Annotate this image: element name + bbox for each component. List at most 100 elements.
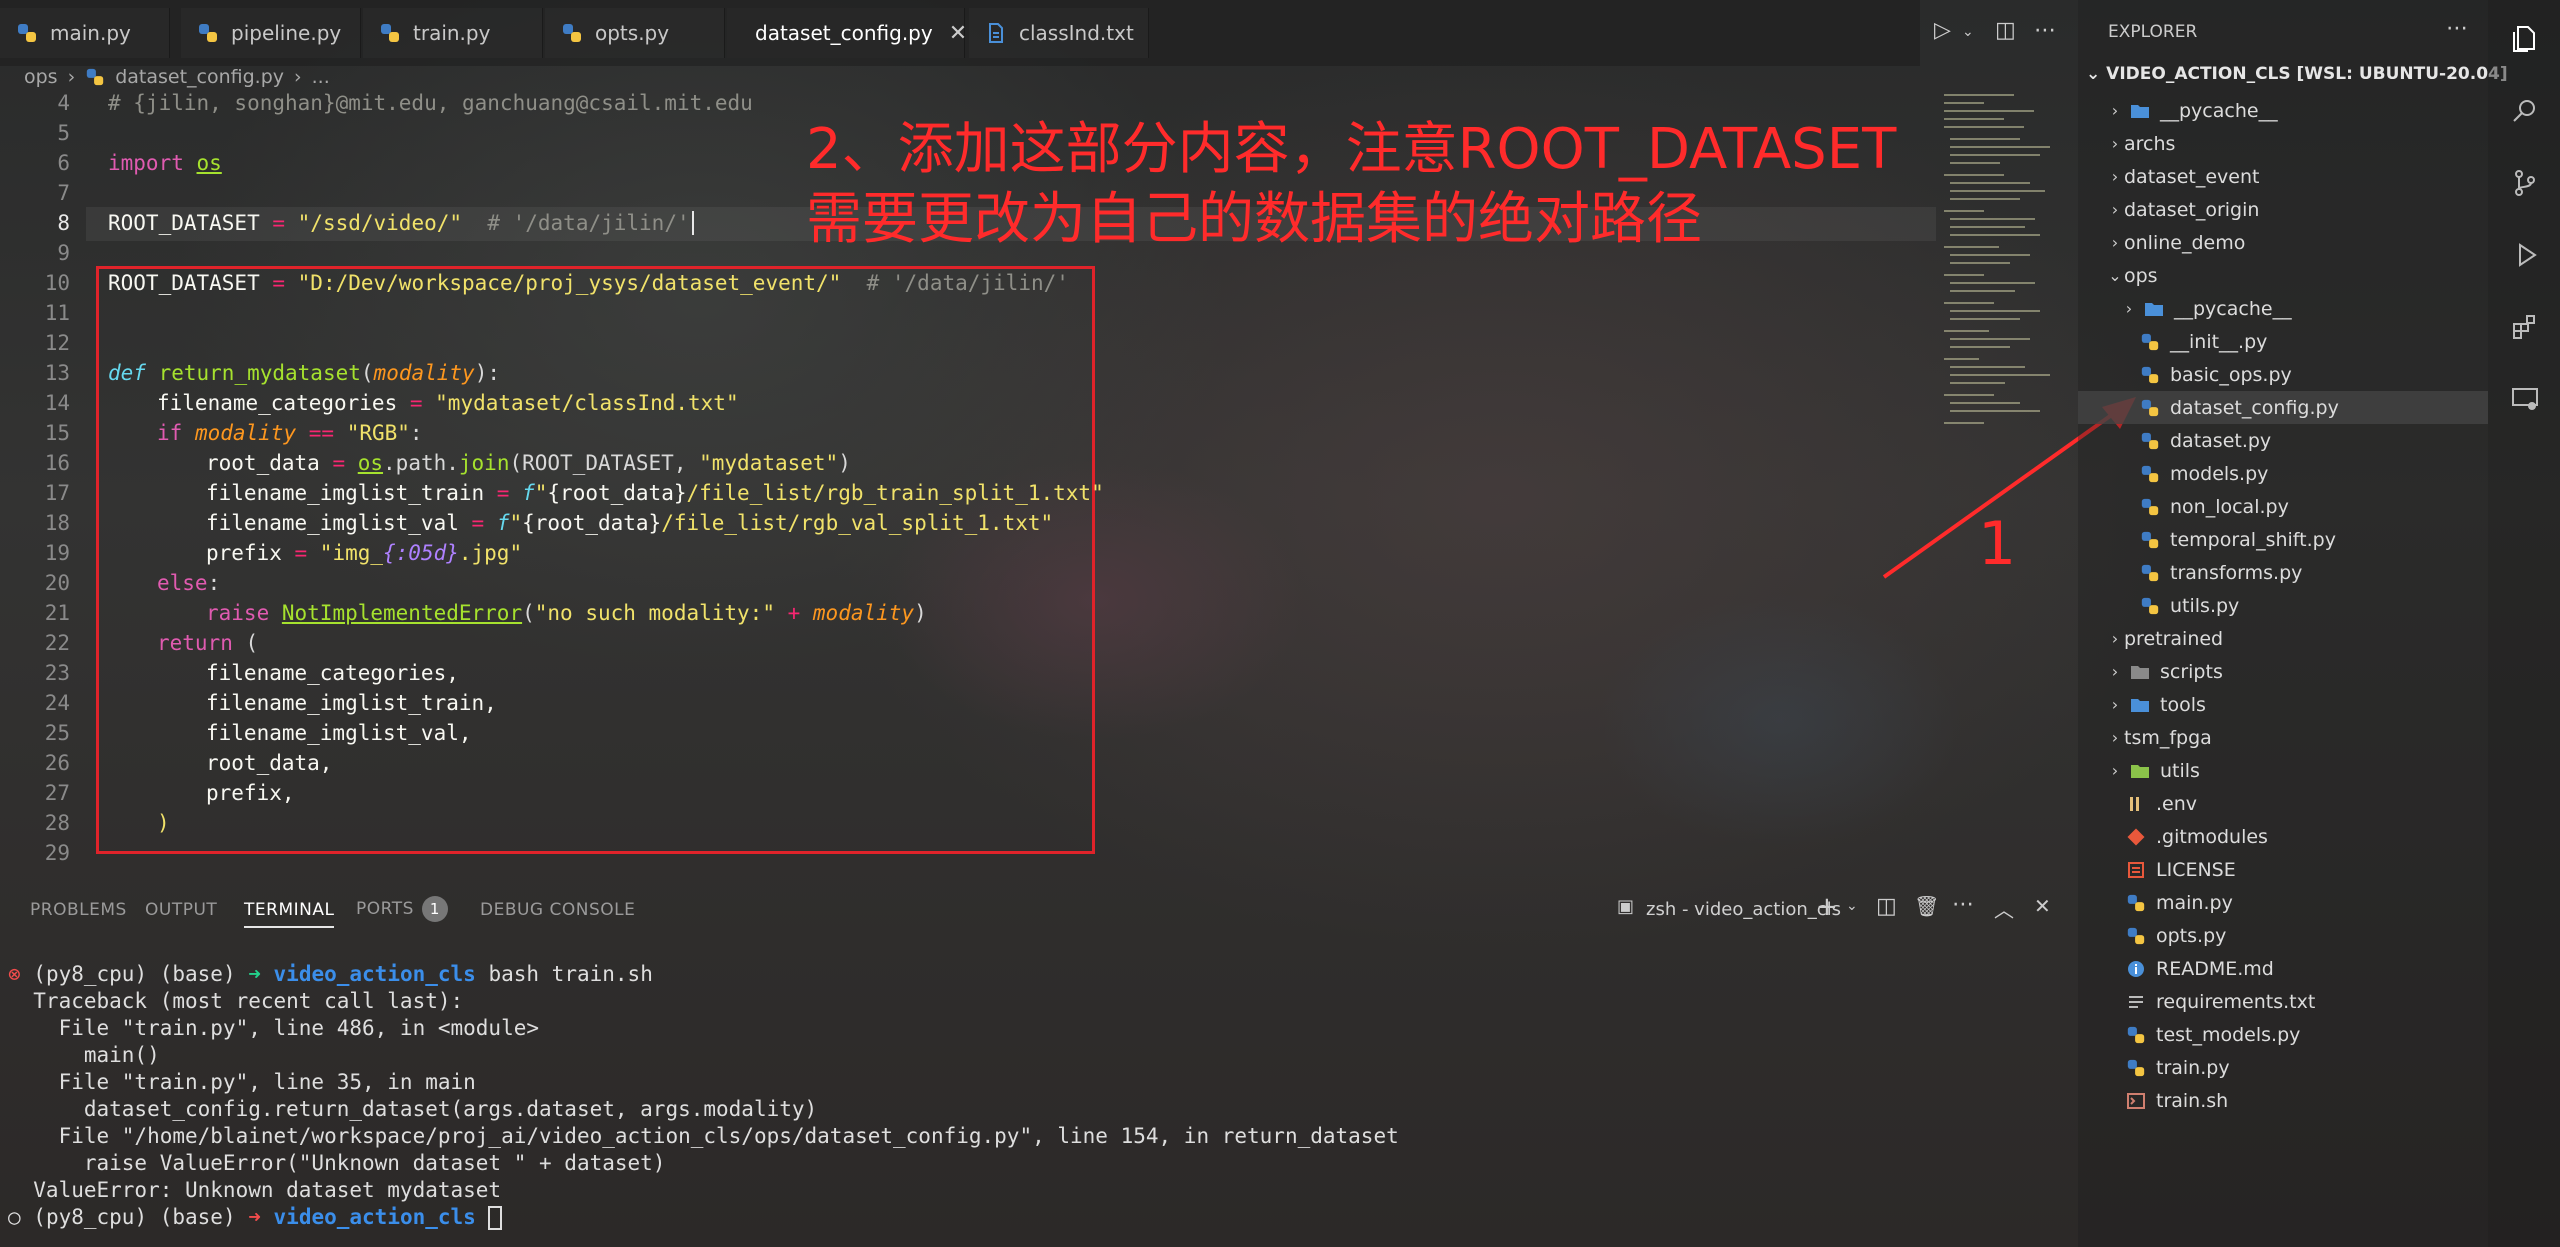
explorer-files-icon[interactable]	[2510, 24, 2540, 54]
line-number: 29	[44, 841, 70, 865]
tree-item-file[interactable]: requirements.txt	[2078, 985, 2488, 1018]
chevron-right-icon: ›	[2111, 101, 2119, 120]
terminal-instance-name[interactable]: zsh - video_action_cls	[1646, 899, 1841, 920]
line-number: 24	[44, 691, 70, 715]
editor-tab-bar: main.py pipeline.py train.py opts.py dat…	[0, 0, 2056, 66]
explorer-root[interactable]: ⌄ VIDEO_ACTION_CLS [WSL: UBUNTU-20.04]	[2086, 64, 2508, 84]
chevron-right-icon: ›	[2125, 299, 2133, 318]
tree-item-file[interactable]: non_local.py	[2078, 490, 2488, 523]
tree-item-folder-open[interactable]: ⌄ ops	[2078, 259, 2488, 292]
tree-item-file[interactable]: opts.py	[2078, 919, 2488, 952]
code-line: ROOT_DATASET = "D:/Dev/workspace/proj_ys…	[108, 271, 1069, 295]
run-icon[interactable]: ▷	[1934, 18, 1951, 43]
tree-item-file[interactable]: transforms.py	[2078, 556, 2488, 589]
close-icon[interactable]: ✕	[949, 21, 967, 46]
tree-item-file[interactable]: basic_ops.py	[2078, 358, 2488, 391]
code-line: root_data,	[206, 751, 333, 775]
tree-item-file[interactable]: train.sh	[2078, 1084, 2488, 1117]
tab-dataset-config-py[interactable]: dataset_config.py ✕	[727, 8, 967, 58]
terminal-shell-icon: ▣	[1617, 896, 1635, 917]
code-line: filename_imglist_train = f"{root_data}/f…	[206, 481, 1104, 505]
tree-item-file[interactable]: README.md	[2078, 952, 2488, 985]
license-icon	[2128, 861, 2144, 878]
tree-item-file-selected[interactable]: dataset_config.py	[2078, 391, 2488, 424]
tab-classind-txt[interactable]: classInd.txt	[969, 8, 1149, 58]
tree-item-folder[interactable]: › __pycache__	[2078, 292, 2488, 325]
python-icon	[2141, 564, 2159, 581]
tree-item-file[interactable]: models.py	[2078, 457, 2488, 490]
run-debug-icon[interactable]	[2510, 240, 2540, 270]
python-icon	[563, 24, 581, 42]
tab-ports[interactable]: PORTS 1	[356, 896, 448, 922]
more-actions-icon[interactable]: ⋯	[2446, 16, 2468, 41]
tree-item-file[interactable]: utils.py	[2078, 589, 2488, 622]
chevron-down-icon: ⌄	[2086, 64, 2107, 84]
extensions-icon[interactable]	[2510, 312, 2540, 342]
tab-train-py[interactable]: train.py	[363, 8, 543, 58]
tree-item-file[interactable]: dataset.py	[2078, 424, 2488, 457]
trash-icon[interactable]: 🗑	[1914, 894, 1939, 918]
breadcrumb-file[interactable]: dataset_config.py	[115, 66, 284, 88]
remote-explorer-icon[interactable]	[2510, 384, 2540, 414]
search-icon[interactable]	[2510, 96, 2540, 126]
tab-main-py[interactable]: main.py	[0, 8, 170, 58]
tree-item-file[interactable]: main.py	[2078, 886, 2488, 919]
line-number: 11	[44, 301, 70, 325]
panel-tab-bar: PROBLEMS OUTPUT TERMINAL PORTS 1 DEBUG CO…	[0, 890, 2070, 930]
breadcrumb-folder[interactable]: ops	[24, 66, 58, 88]
close-panel-icon[interactable]: ✕	[2034, 894, 2051, 918]
tab-pipeline-py[interactable]: pipeline.py	[181, 8, 361, 58]
line-number: 6	[57, 151, 70, 175]
tree-item-folder[interactable]: › utils	[2078, 754, 2488, 787]
tree-item-file[interactable]: .env	[2078, 787, 2488, 820]
split-terminal-icon[interactable]: ◫	[1876, 894, 1897, 919]
tree-item-folder[interactable]: › __pycache__	[2078, 94, 2488, 127]
tree-item-folder[interactable]: › tsm_fpga	[2078, 721, 2488, 754]
tree-item-file[interactable]: train.py	[2078, 1051, 2488, 1084]
folder-icon	[2145, 302, 2163, 316]
line-number: 13	[44, 361, 70, 385]
chevron-down-icon[interactable]: ⌄	[1846, 898, 1858, 914]
chevron-up-icon[interactable]: ︿	[1994, 894, 2014, 923]
code-line: root_data = os.path.join(ROOT_DATASET, "…	[206, 451, 851, 475]
tab-terminal[interactable]: TERMINAL	[244, 900, 335, 928]
terminal-cursor	[488, 1206, 503, 1230]
tab-output[interactable]: OUTPUT	[145, 900, 217, 920]
ports-count-badge: 1	[421, 896, 448, 922]
tree-item-file[interactable]: temporal_shift.py	[2078, 523, 2488, 556]
terminal-output-line: main()	[8, 1043, 160, 1067]
line-number: 7	[57, 181, 70, 205]
terminal-output-line: dataset_config.return_dataset(args.datas…	[8, 1097, 818, 1121]
line-number: 12	[44, 331, 70, 355]
code-line: def return_mydataset(modality):	[108, 361, 500, 385]
breadcrumb-more[interactable]: ...	[312, 66, 330, 88]
tree-item-folder[interactable]: › tools	[2078, 688, 2488, 721]
line-number: 22	[44, 631, 70, 655]
code-line: filename_imglist_val,	[206, 721, 472, 745]
tree-item-folder[interactable]: › dataset_origin	[2078, 193, 2488, 226]
tree-item-folder[interactable]: › archs	[2078, 127, 2488, 160]
terminal-output-line: File "train.py", line 486, in <module>	[8, 1016, 540, 1040]
source-control-icon[interactable]	[2510, 168, 2540, 198]
new-terminal-icon[interactable]: +	[1816, 892, 1838, 922]
line-number: 14	[44, 391, 70, 415]
tree-item-file[interactable]: LICENSE	[2078, 853, 2488, 886]
code-line: else:	[157, 571, 221, 595]
python-icon	[2127, 894, 2145, 911]
tree-item-folder[interactable]: › pretrained	[2078, 622, 2488, 655]
line-number: 18	[44, 511, 70, 535]
tree-item-file[interactable]: .gitmodules	[2078, 820, 2488, 853]
minimap[interactable]	[1940, 90, 2060, 450]
tree-item-folder[interactable]: › dataset_event	[2078, 160, 2488, 193]
tree-item-folder[interactable]: › scripts	[2078, 655, 2488, 688]
tab-debug-console[interactable]: DEBUG CONSOLE	[480, 900, 635, 920]
more-actions-icon[interactable]: ⋯	[2034, 18, 2056, 43]
tree-item-file[interactable]: test_models.py	[2078, 1018, 2488, 1051]
more-actions-icon[interactable]: ⋯	[1952, 892, 1974, 917]
split-editor-icon[interactable]: ◫	[1995, 18, 2016, 43]
tree-item-folder[interactable]: › online_demo	[2078, 226, 2488, 259]
tab-problems[interactable]: PROBLEMS	[30, 900, 127, 920]
chevron-down-icon[interactable]: ⌄	[1962, 24, 1974, 40]
tab-opts-py[interactable]: opts.py	[545, 8, 725, 58]
tree-item-file[interactable]: __init__.py	[2078, 325, 2488, 358]
